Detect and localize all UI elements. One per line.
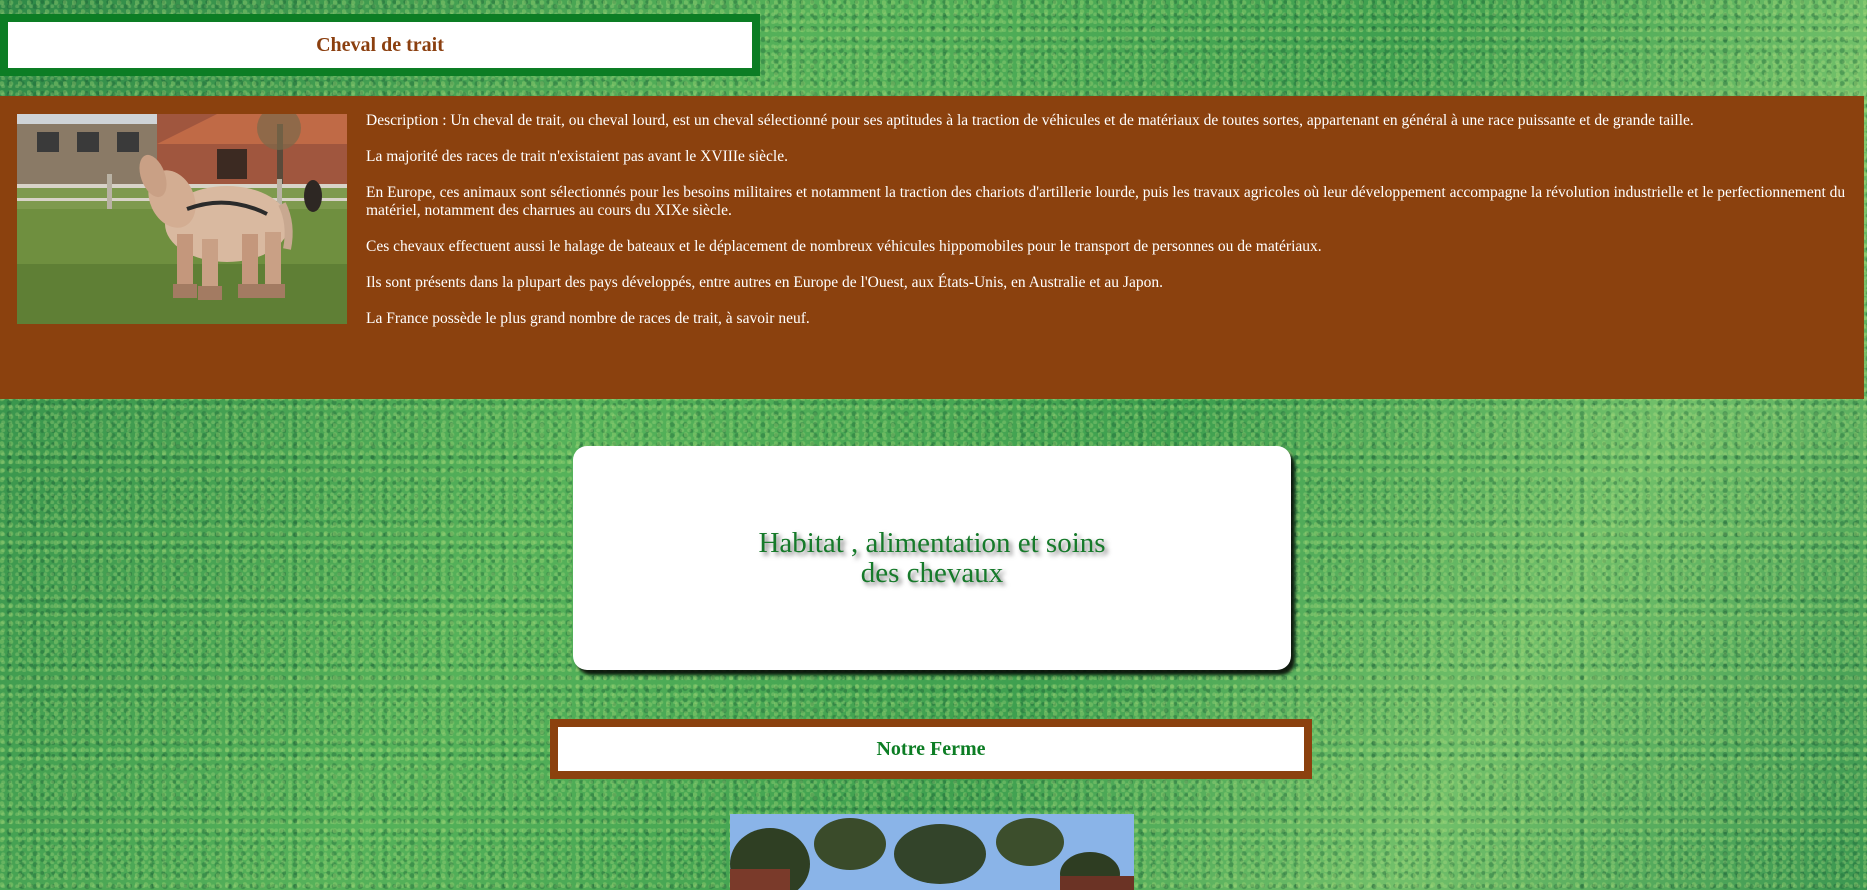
description-section: Description : Un cheval de trait, ou che… <box>0 96 1864 399</box>
page-title-box: Cheval de trait <box>0 14 760 76</box>
description-paragraph: Description : Un cheval de trait, ou che… <box>366 112 1694 129</box>
description-paragraph: Ces chevaux effectuent aussi le halage d… <box>366 238 1322 255</box>
description-text: Description : Un cheval de trait, ou che… <box>366 112 1856 346</box>
description-paragraph: La France possède le plus grand nombre d… <box>366 310 810 327</box>
description-paragraph: Ils sont présents dans la plupart des pa… <box>366 274 1163 291</box>
draft-horse-photo <box>17 114 347 324</box>
page-title: Cheval de trait <box>316 33 444 56</box>
habitat-title: Habitat , alimentation et soins des chev… <box>758 527 1106 589</box>
farm-title-box: Notre Ferme <box>550 719 1312 779</box>
farm-photo <box>730 814 1134 890</box>
description-paragraph: La majorité des races de trait n'existai… <box>366 148 788 165</box>
description-paragraph: En Europe, ces animaux sont sélectionnés… <box>366 184 1846 219</box>
habitat-card[interactable]: Habitat , alimentation et soins des chev… <box>573 446 1291 670</box>
farm-title: Notre Ferme <box>876 737 986 760</box>
